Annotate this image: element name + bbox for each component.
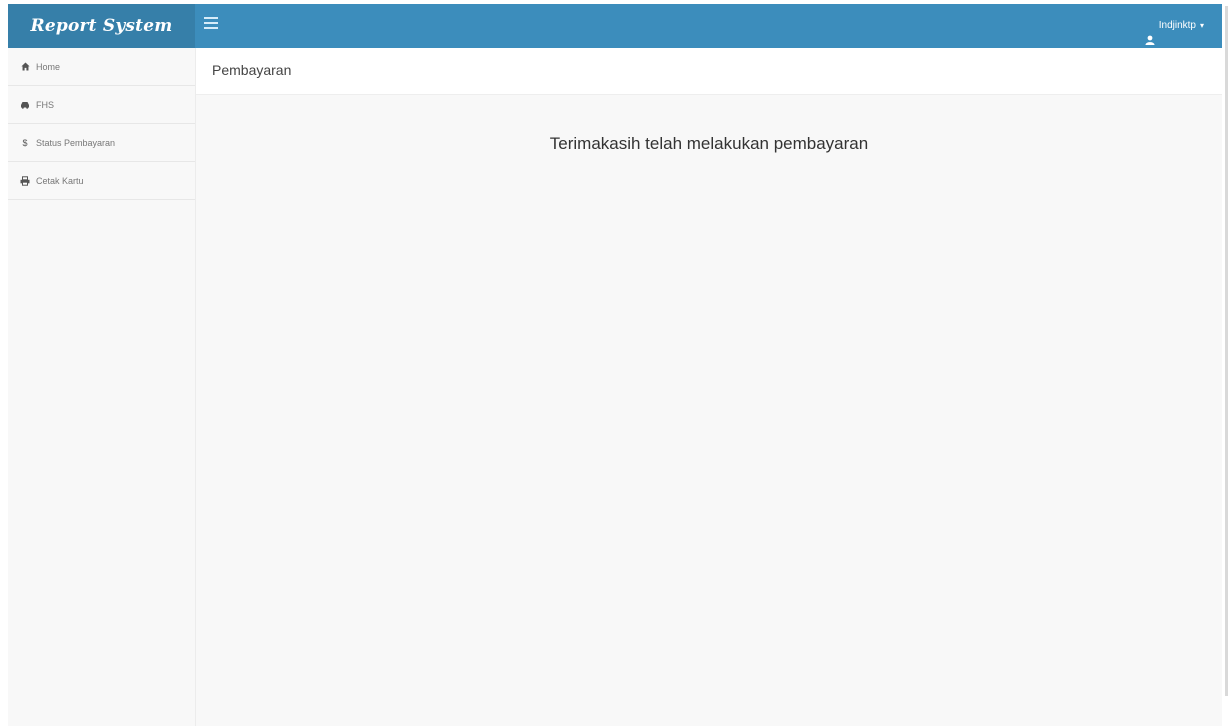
- user-icon: [1145, 21, 1155, 45]
- user-name: Indjinktp: [1158, 20, 1196, 31]
- hamburger-icon-line: [204, 22, 218, 24]
- chevron-down-icon: ▾: [1199, 21, 1204, 30]
- car-icon: [20, 100, 30, 110]
- app-window: Report System Indjinktp ▾ Home FHS $ Sta…: [8, 4, 1222, 726]
- sidebar-item-label: Cetak Kartu: [36, 175, 84, 186]
- sidebar-item-cetak-kartu[interactable]: Cetak Kartu: [8, 162, 195, 200]
- home-icon: [20, 62, 30, 72]
- scrollbar-thumb[interactable]: [1225, 6, 1228, 696]
- main-content: Pembayaran Terimakasih telah melakukan p…: [196, 48, 1222, 726]
- page-title: Pembayaran: [212, 62, 292, 78]
- sidebar-item-label: FHS: [36, 99, 54, 110]
- payment-confirmation-message: Terimakasih telah melakukan pembayaran: [549, 134, 869, 153]
- print-icon: [20, 175, 30, 186]
- page-header: Pembayaran: [196, 48, 1222, 95]
- hamburger-icon-line: [204, 27, 218, 29]
- sidebar-toggle-button[interactable]: [204, 16, 218, 30]
- brand-logo[interactable]: Report System: [8, 4, 195, 48]
- sidebar-item-fhs[interactable]: FHS: [8, 86, 195, 124]
- sidebar-item-status-pembayaran[interactable]: $ Status Pembayaran: [8, 124, 195, 162]
- sidebar-item-home[interactable]: Home: [8, 48, 195, 86]
- top-navbar: Report System Indjinktp ▾: [8, 4, 1222, 48]
- user-menu-dropdown[interactable]: Indjinktp ▾: [1145, 4, 1204, 48]
- sidebar-item-label: Status Pembayaran: [36, 137, 116, 148]
- sidebar: Home FHS $ Status Pembayaran Cetak Kartu: [8, 48, 196, 726]
- dollar-icon: $: [22, 137, 28, 148]
- sidebar-item-label: Home: [36, 61, 61, 72]
- hamburger-icon: [204, 17, 218, 19]
